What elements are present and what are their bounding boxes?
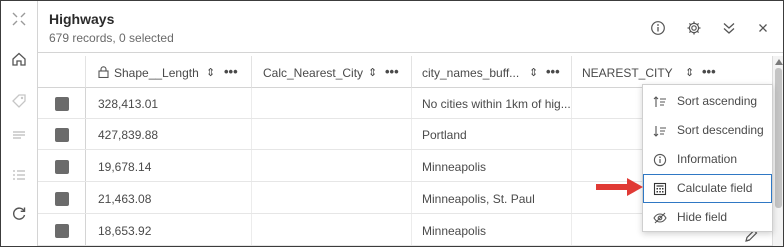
information-icon — [651, 21, 665, 35]
cell-city-names: Portland — [422, 128, 467, 142]
column-header-calc-nearest-city[interactable]: Calc_Nearest_City ⇕ ••• — [252, 56, 412, 88]
close-button[interactable] — [752, 17, 774, 39]
cell-shape-length: 19,678.14 — [98, 160, 152, 174]
hide-icon — [652, 210, 668, 226]
row-checkbox[interactable] — [55, 160, 69, 174]
column-header-label: city_names_buff... — [422, 66, 520, 80]
column-header-label: NEAREST_CITY — [582, 66, 673, 80]
row-checkbox[interactable] — [55, 224, 69, 238]
information-button[interactable] — [647, 17, 669, 39]
cell-city-names: Minneapolis — [422, 160, 487, 174]
gear-icon — [687, 21, 701, 35]
layers-icon[interactable] — [9, 125, 29, 145]
sort-icon[interactable]: ⇕ — [206, 66, 215, 79]
menu-item-label: Sort descending — [677, 123, 764, 137]
more-options-icon[interactable]: ••• — [385, 64, 399, 79]
column-header-label: Shape__Length — [114, 66, 199, 80]
menu-item-label: Information — [677, 152, 738, 166]
sort-descending-icon — [652, 123, 668, 139]
row-checkbox[interactable] — [55, 97, 69, 111]
close-icon — [759, 24, 767, 32]
collapse-icon[interactable] — [9, 9, 29, 29]
table-widget: Highways 679 records, 0 selected Shape__… — [0, 0, 784, 247]
column-header-city-names[interactable]: city_names_buff... ⇕ ••• — [412, 56, 572, 88]
lock-icon — [98, 66, 109, 78]
cell-city-names: No cities within 1km of hig... — [422, 97, 571, 111]
column-header-shape-length[interactable]: Shape__Length ⇕ ••• — [86, 56, 252, 88]
cell-shape-length: 18,653.92 — [98, 224, 152, 238]
menu-item-hide-field[interactable]: Hide field — [643, 203, 772, 232]
vertical-scrollbar[interactable] — [772, 56, 783, 246]
menu-item-label: Sort ascending — [677, 94, 758, 108]
cell-city-names: Minneapolis, St. Paul — [422, 192, 535, 206]
row-checkbox[interactable] — [55, 192, 69, 206]
double-chevron-down-icon — [723, 23, 735, 34]
widget-header: Highways 679 records, 0 selected — [38, 1, 783, 53]
left-toolbar — [1, 1, 38, 246]
scroll-thumb[interactable] — [775, 68, 782, 208]
layer-title: Highways — [49, 11, 115, 27]
select-column-header — [38, 56, 86, 88]
menu-item-information[interactable]: Information — [643, 145, 772, 174]
sort-icon[interactable]: ⇕ — [529, 66, 538, 79]
cell-shape-length: 328,413.01 — [98, 97, 159, 111]
column-options-menu: Sort ascending Sort descending Informati… — [642, 84, 773, 232]
calculator-icon — [652, 181, 668, 197]
tag-icon[interactable] — [9, 91, 29, 111]
scroll-up-icon[interactable] — [775, 59, 783, 65]
list-icon[interactable] — [9, 165, 29, 185]
menu-item-sort-descending[interactable]: Sort descending — [643, 116, 772, 145]
sort-icon[interactable]: ⇕ — [368, 66, 377, 79]
cell-shape-length: 21,463.08 — [98, 192, 152, 206]
menu-item-calculate-field[interactable]: Calculate field — [643, 174, 772, 203]
cell-city-names: Minneapolis — [422, 224, 487, 238]
information-icon — [652, 152, 668, 168]
home-icon[interactable] — [9, 49, 29, 69]
row-checkbox[interactable] — [55, 128, 69, 142]
settings-button[interactable] — [683, 17, 705, 39]
red-arrow-icon — [596, 178, 643, 196]
refresh-icon[interactable] — [9, 203, 29, 223]
more-options-icon[interactable]: ••• — [224, 64, 238, 79]
cell-shape-length: 427,839.88 — [98, 128, 159, 142]
record-count: 679 records, 0 selected — [49, 31, 174, 45]
menu-item-label: Hide field — [677, 210, 728, 224]
menu-item-sort-ascending[interactable]: Sort ascending — [643, 87, 772, 116]
more-options-icon[interactable]: ••• — [546, 64, 560, 79]
sort-icon[interactable]: ⇕ — [685, 66, 694, 79]
column-header-label: Calc_Nearest_City — [263, 66, 364, 80]
expand-button[interactable] — [718, 17, 740, 39]
sort-ascending-icon — [652, 94, 668, 110]
more-options-icon[interactable]: ••• — [702, 64, 716, 79]
menu-item-label: Calculate field — [677, 181, 753, 195]
